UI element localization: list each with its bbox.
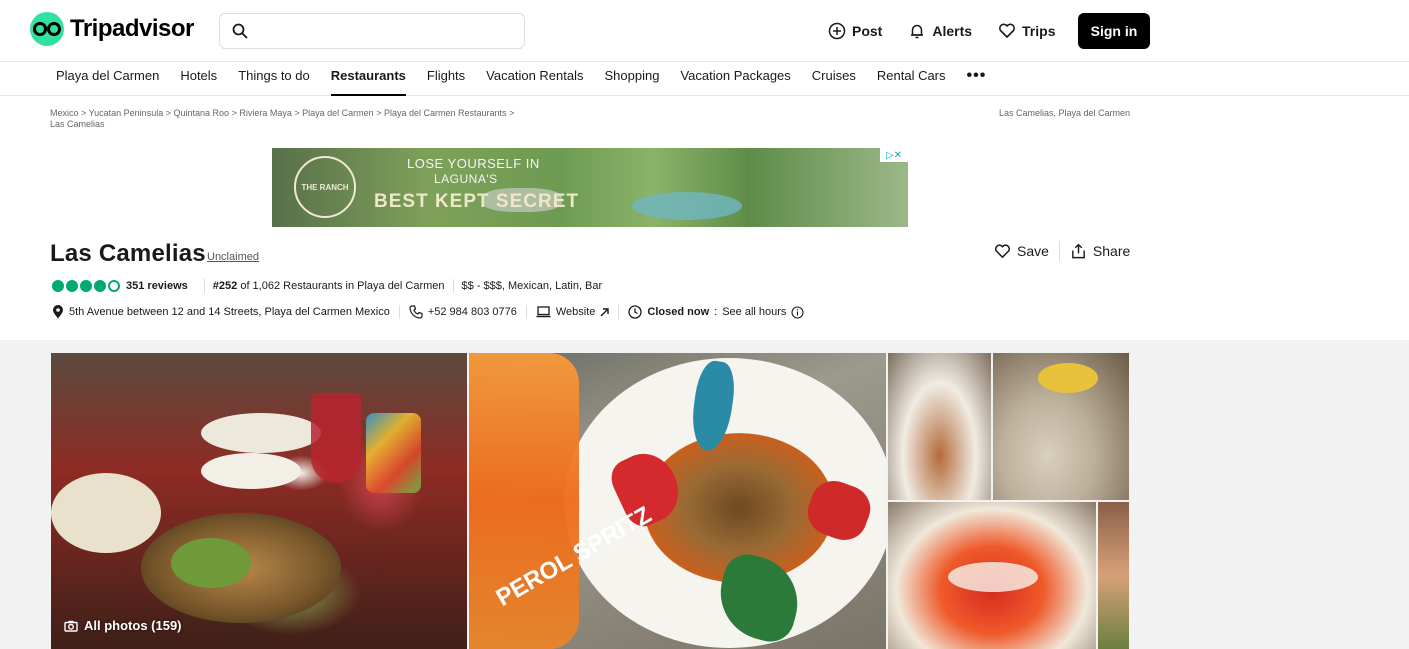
phone-icon xyxy=(409,305,423,319)
rating-bubble-filled-icon xyxy=(94,280,106,292)
nav-item-playa-del-carmen[interactable]: Playa del Carmen xyxy=(56,62,169,96)
photo-6[interactable] xyxy=(1098,502,1129,649)
share-icon xyxy=(1072,243,1085,258)
top-header: Tripadvisor Post Alerts Trips Sign in xyxy=(0,0,1409,62)
post-label: Post xyxy=(852,23,883,39)
rating-bubble-filled-icon xyxy=(52,280,64,292)
nav-item-restaurants[interactable]: Restaurants xyxy=(320,62,416,96)
breadcrumb-item[interactable]: Yucatan Peninsula xyxy=(89,108,164,118)
breadcrumb-location: Las Camelias, Playa del Carmen xyxy=(998,108,1130,118)
owl-logo-icon xyxy=(30,12,64,46)
photo-5[interactable] xyxy=(888,502,1096,649)
nav-item-rental-cars[interactable]: Rental Cars xyxy=(866,62,956,96)
more-menu-icon[interactable]: ••• xyxy=(956,62,997,96)
ad-headline-3: BEST KEPT SECRET xyxy=(374,191,579,212)
camera-icon xyxy=(64,620,78,632)
info-row: 5th Avenue between 12 and 14 Streets, Pl… xyxy=(52,305,804,319)
ad-banner[interactable]: THE RANCH LOSE YOURSELF IN LAGUNA'S BEST… xyxy=(272,148,908,227)
share-label: Share xyxy=(1092,243,1131,259)
external-arrow-icon xyxy=(600,307,610,316)
nav-item-vacation-rentals[interactable]: Vacation Rentals xyxy=(475,62,593,96)
ranking[interactable]: #252 of 1,062 Restaurants in Playa del C… xyxy=(213,280,445,292)
hours-link[interactable]: Closed now: See all hours xyxy=(628,305,804,319)
nav-item-cruises[interactable]: Cruises xyxy=(801,62,866,96)
bell-icon xyxy=(911,24,924,39)
restaurant-name: Las Camelias xyxy=(50,240,206,267)
reviews-link[interactable]: 351 reviews xyxy=(126,280,188,292)
breadcrumb-separator: > xyxy=(165,108,171,118)
alerts-label: Alerts xyxy=(932,23,973,39)
clock-icon xyxy=(628,305,643,319)
header-actions: Post Alerts Trips xyxy=(828,13,1056,49)
main-photo[interactable] xyxy=(51,353,467,649)
see-all-hours[interactable]: See all hours xyxy=(722,306,786,318)
hours-status: Closed now xyxy=(647,306,710,318)
breadcrumb-separator: > xyxy=(294,108,300,118)
breadcrumb-item[interactable]: Quintana Roo xyxy=(174,108,230,118)
ad-headline-1: LOSE YOURSELF IN xyxy=(407,156,540,171)
save-share-actions: Save Share xyxy=(994,241,1130,261)
save-button[interactable]: Save xyxy=(994,243,1049,260)
nav-item-flights[interactable]: Flights xyxy=(416,62,475,96)
sign-in-button[interactable]: Sign in xyxy=(1078,13,1150,49)
map-pin-icon xyxy=(53,305,63,319)
photo-2[interactable]: PEROL SPRITZ xyxy=(469,353,886,649)
share-button[interactable]: Share xyxy=(1070,243,1130,260)
laptop-icon xyxy=(536,306,551,318)
category-nav: Playa del Carmen Hotels Things to do Res… xyxy=(0,62,1409,96)
nav-item-shopping[interactable]: Shopping xyxy=(594,62,670,96)
breadcrumb-separator: > xyxy=(81,108,87,118)
breadcrumb-separator: > xyxy=(376,108,382,118)
rating-bubble-empty-icon xyxy=(108,280,120,292)
nav-item-hotels[interactable]: Hotels xyxy=(169,62,227,96)
rating-bubble-filled-icon xyxy=(80,280,92,292)
plus-circle-icon xyxy=(828,22,846,40)
address-link[interactable]: 5th Avenue between 12 and 14 Streets, Pl… xyxy=(52,305,390,319)
ad-choices-icon[interactable]: ▷✕ xyxy=(880,148,908,162)
breadcrumb: Mexico > Yucatan Peninsula > Quintana Ro… xyxy=(50,108,590,130)
post-button[interactable]: Post xyxy=(828,22,882,40)
save-label: Save xyxy=(1017,243,1049,259)
alerts-button[interactable]: Alerts xyxy=(908,22,972,40)
search-icon xyxy=(232,23,248,39)
breadcrumb-separator: > xyxy=(509,108,515,118)
breadcrumb-current: Las Camelias xyxy=(50,119,105,129)
ad-seal-logo: THE RANCH xyxy=(294,156,356,218)
tripadvisor-logo[interactable]: Tripadvisor xyxy=(30,12,194,46)
all-photos-button[interactable]: All photos (159) xyxy=(64,618,182,633)
phone-link[interactable]: +52 984 803 0776 xyxy=(409,305,517,319)
breadcrumb-item[interactable]: Riviera Maya xyxy=(239,108,292,118)
heart-icon xyxy=(999,23,1015,38)
trips-button[interactable]: Trips xyxy=(998,22,1056,40)
unclaimed-link[interactable]: Unclaimed xyxy=(207,251,259,263)
rating-bubble-filled-icon xyxy=(66,280,78,292)
breadcrumb-item[interactable]: Mexico xyxy=(50,108,79,118)
rating-bubbles[interactable] xyxy=(52,280,120,292)
trips-label: Trips xyxy=(1022,23,1056,39)
photo-4[interactable] xyxy=(993,353,1129,500)
photo-3[interactable] xyxy=(888,353,991,500)
breadcrumb-separator: > xyxy=(231,108,237,118)
search-input[interactable] xyxy=(256,23,516,39)
search-box[interactable] xyxy=(219,13,525,49)
ad-headline-2: LAGUNA'S xyxy=(434,172,498,186)
nav-item-things-to-do[interactable]: Things to do xyxy=(227,62,320,96)
nav-items: Playa del Carmen Hotels Things to do Res… xyxy=(56,62,996,96)
rating-row: 351 reviews #252 of 1,062 Restaurants in… xyxy=(52,279,602,293)
breadcrumb-item[interactable]: Playa del Carmen Restaurants xyxy=(384,108,507,118)
price-cuisine[interactable]: $$ - $$$, Mexican, Latin, Bar xyxy=(462,280,603,292)
website-link[interactable]: Website xyxy=(536,306,610,318)
nav-item-vacation-packages[interactable]: Vacation Packages xyxy=(669,62,800,96)
breadcrumb-item[interactable]: Playa del Carmen xyxy=(302,108,374,118)
info-icon xyxy=(791,305,804,319)
heart-icon xyxy=(995,243,1010,258)
brand-name: Tripadvisor xyxy=(70,15,194,42)
